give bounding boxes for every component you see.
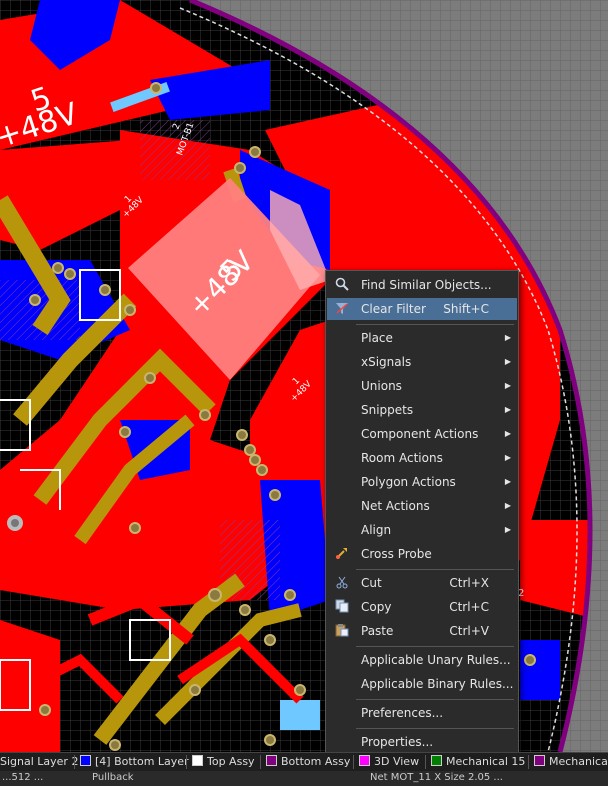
tab-divider	[353, 755, 354, 769]
menu-item-net-actions[interactable]: Net Actions ▶	[327, 495, 517, 517]
menu-item-room-actions[interactable]: Room Actions ▶	[327, 447, 517, 469]
layer-tab-mechanical-15[interactable]: Mechanical 15	[431, 753, 525, 771]
layer-tab-bar: Signal Layer 2 [4] Bottom Layer Top Assy…	[0, 752, 608, 771]
tab-divider	[425, 755, 426, 769]
scissors-icon	[334, 575, 350, 591]
context-menu: Find Similar Objects... Clear Filter Shi…	[325, 270, 519, 754]
layer-color-swatch	[192, 755, 203, 766]
menu-item-align[interactable]: Align ▶	[327, 519, 517, 541]
menu-separator	[356, 728, 514, 729]
submenu-arrow-icon: ▶	[504, 333, 511, 342]
tab-divider	[74, 755, 75, 769]
layer-color-swatch	[359, 755, 370, 766]
submenu-arrow-icon: ▶	[504, 477, 511, 486]
status-selection-info: Net MOT_11 X Size 2.05 ...	[370, 772, 503, 783]
layer-tab-bottom-assy[interactable]: Bottom Assy	[266, 753, 350, 771]
copy-icon	[334, 599, 350, 615]
submenu-arrow-icon: ▶	[504, 381, 511, 390]
menu-item-properties[interactable]: Properties...	[327, 731, 517, 753]
menu-item-component-actions[interactable]: Component Actions ▶	[327, 423, 517, 445]
tab-divider	[186, 755, 187, 769]
menu-item-find-similar-objects[interactable]: Find Similar Objects...	[327, 274, 517, 296]
status-bar: ...512 ... Pullback Net MOT_11 X Size 2.…	[0, 771, 608, 786]
menu-item-preferences[interactable]: Preferences...	[327, 702, 517, 724]
menu-separator	[356, 646, 514, 647]
menu-item-applicable-binary-rules[interactable]: Applicable Binary Rules...	[327, 673, 517, 695]
layer-color-swatch	[80, 755, 91, 766]
magnifier-icon	[334, 277, 350, 293]
menu-separator	[356, 324, 514, 325]
menu-item-polygon-actions[interactable]: Polygon Actions ▶	[327, 471, 517, 493]
layer-tab-3d-view[interactable]: 3D View	[359, 753, 419, 771]
menu-item-cut[interactable]: Cut Ctrl+X	[327, 572, 517, 594]
menu-item-applicable-unary-rules[interactable]: Applicable Unary Rules...	[327, 649, 517, 671]
submenu-arrow-icon: ▶	[504, 453, 511, 462]
submenu-arrow-icon: ▶	[504, 405, 511, 414]
tab-divider	[260, 755, 261, 769]
layer-color-swatch	[534, 755, 545, 766]
cross-probe-icon	[334, 546, 350, 562]
submenu-arrow-icon: ▶	[504, 357, 511, 366]
menu-item-clear-filter[interactable]: Clear Filter Shift+C	[327, 298, 517, 320]
paste-icon	[334, 623, 350, 639]
status-coordinates: ...512 ...	[2, 772, 44, 783]
layer-color-swatch	[431, 755, 442, 766]
clear-filter-icon	[334, 301, 350, 317]
menu-separator	[356, 569, 514, 570]
menu-item-paste[interactable]: Paste Ctrl+V	[327, 620, 517, 642]
menu-separator	[356, 699, 514, 700]
tab-divider	[528, 755, 529, 769]
menu-item-snippets[interactable]: Snippets ▶	[327, 399, 517, 421]
submenu-arrow-icon: ▶	[504, 501, 511, 510]
layer-tab-signal-layer-2[interactable]: Signal Layer 2	[0, 753, 78, 771]
menu-item-xsignals[interactable]: xSignals ▶	[327, 351, 517, 373]
layer-tab-top-assy[interactable]: Top Assy	[192, 753, 255, 771]
layer-tab-bottom-layer[interactable]: [4] Bottom Layer	[80, 753, 189, 771]
layer-tab-mechanical[interactable]: Mechanica	[534, 753, 608, 771]
layer-color-swatch	[266, 755, 277, 766]
menu-item-copy[interactable]: Copy Ctrl+C	[327, 596, 517, 618]
menu-item-place[interactable]: Place ▶	[327, 327, 517, 349]
menu-item-cross-probe[interactable]: Cross Probe	[327, 543, 517, 565]
status-mode: Pullback	[92, 772, 134, 783]
submenu-arrow-icon: ▶	[504, 525, 511, 534]
menu-item-unions[interactable]: Unions ▶	[327, 375, 517, 397]
submenu-arrow-icon: ▶	[504, 429, 511, 438]
